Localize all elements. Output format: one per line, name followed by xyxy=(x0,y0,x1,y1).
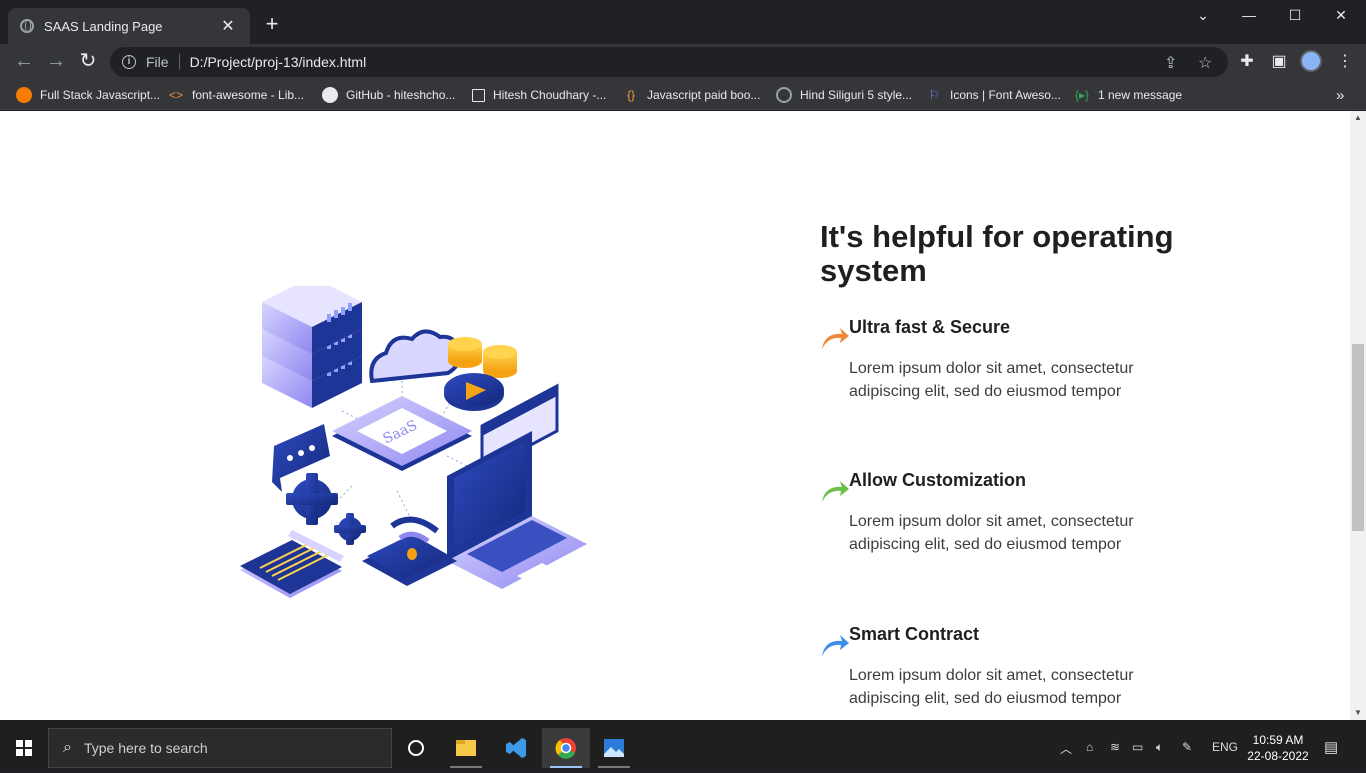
cortana-icon[interactable] xyxy=(392,728,440,768)
tab-search-icon[interactable]: ⌄ xyxy=(1180,0,1226,32)
maximize-button[interactable]: ☐ xyxy=(1272,0,1318,32)
window-border xyxy=(0,720,1366,728)
bookmark-item[interactable]: GitHub - hiteshcho... xyxy=(322,85,455,105)
scroll-down-arrow[interactable]: ▼ xyxy=(1350,706,1366,720)
clock-time: 10:59 AM xyxy=(1252,733,1304,747)
bookmark-label: 1 new message xyxy=(1098,88,1183,102)
bookmark-star-icon[interactable]: ☆ xyxy=(1198,53,1212,73)
tab-strip: SAAS Landing Page ✕ + ⌄ — ☐ ✕ xyxy=(0,0,1366,44)
clock-date: 22-08-2022 xyxy=(1247,749,1309,763)
chrome-icon[interactable] xyxy=(542,728,590,768)
section-heading: It's helpful for operating system xyxy=(820,219,1174,288)
github-icon xyxy=(322,87,338,103)
feature-title: Allow Customization xyxy=(849,470,1026,490)
vscode-icon[interactable] xyxy=(492,728,540,768)
bookmarks-bar: Full Stack Javascript... <> font-awesome… xyxy=(0,80,1366,110)
windows-taskbar: ⌕ Type here to search ︿ ⌂ ≋ ▭ 🔈︎ ✎ ENG 1… xyxy=(0,728,1366,768)
bookmark-item[interactable]: Full Stack Javascript... xyxy=(16,85,160,105)
saas-platform: SaaS xyxy=(332,396,472,471)
volume-icon[interactable]: 🔈︎ xyxy=(1156,740,1163,755)
windows-start-icon[interactable] xyxy=(0,728,48,768)
bookmark-item[interactable]: Hind Siliguri 5 style... xyxy=(776,85,912,105)
back-button[interactable]: ← xyxy=(12,50,36,74)
feature-description: Lorem ipsum dolor sit amet, consectetur … xyxy=(849,513,1134,553)
tray-chevron-icon[interactable]: ︿ xyxy=(1060,740,1072,757)
bookmark-label: Full Stack Javascript... xyxy=(40,88,161,102)
search-placeholder: Type here to search xyxy=(83,740,208,756)
square-icon xyxy=(472,88,485,102)
battery-icon[interactable]: ▭ xyxy=(1132,740,1143,754)
network-icon[interactable]: ≋ xyxy=(1110,740,1120,754)
bookmark-item[interactable]: {▸} 1 new message xyxy=(1074,85,1182,105)
notepad xyxy=(240,530,344,598)
photos-icon[interactable] xyxy=(590,728,638,768)
menu-icon[interactable]: ⋮ xyxy=(1334,51,1356,71)
bookmark-label: Hind Siliguri 5 style... xyxy=(800,88,913,102)
braces-icon: {} xyxy=(626,88,635,102)
reload-button[interactable]: ↻ xyxy=(76,50,100,74)
feature-description: Lorem ipsum dolor sit amet, consectetur … xyxy=(849,667,1134,707)
notifications-icon[interactable]: ▤ xyxy=(1324,738,1338,756)
side-panel-icon[interactable]: ▣ xyxy=(1268,51,1290,71)
tab-title: SAAS Landing Page xyxy=(44,18,163,34)
close-window-button[interactable]: ✕ xyxy=(1318,0,1364,32)
vertical-scrollbar[interactable]: ▲ ▼ xyxy=(1350,111,1366,720)
feature-title: Ultra fast & Secure xyxy=(849,317,1011,337)
bookmark-item[interactable]: ⚐ Icons | Font Aweso... xyxy=(926,85,1061,105)
globe-icon xyxy=(20,19,34,33)
bookmark-label: GitHub - hiteshcho... xyxy=(346,88,456,102)
info-icon[interactable]: i xyxy=(122,55,136,69)
file-explorer-icon[interactable] xyxy=(442,728,490,768)
extensions-icon[interactable]: ✚ xyxy=(1236,51,1258,71)
saas-illustration: SaaS xyxy=(240,286,587,598)
flag-icon: ⚐ xyxy=(928,88,940,102)
language-indicator[interactable]: ENG xyxy=(1212,740,1238,754)
code-brackets-icon: <> xyxy=(168,88,183,102)
phone xyxy=(362,516,457,586)
cloud xyxy=(369,329,461,384)
bookmark-item[interactable]: <> font-awesome - Lib... xyxy=(168,85,304,105)
browser-toolbar: ← → ↻ i File D:/Project/proj-13/index.ht… xyxy=(0,44,1366,80)
search-icon: ⌕ xyxy=(63,739,72,756)
bookmark-label: font-awesome - Lib... xyxy=(192,88,305,102)
globe-icon xyxy=(776,87,792,103)
share-icon[interactable]: ⇪ xyxy=(1164,53,1177,73)
curved-arrow-icon xyxy=(822,635,849,656)
curved-arrow-icon xyxy=(822,328,849,349)
feature-title: Smart Contract xyxy=(849,624,980,644)
coins xyxy=(448,337,517,378)
scrollbar-thumb[interactable] xyxy=(1352,344,1364,531)
taskbar-clock[interactable]: 10:59 AM 22-08-2022 xyxy=(1246,732,1310,764)
url-scheme: File xyxy=(146,54,169,70)
bookmark-label: Icons | Font Aweso... xyxy=(950,88,1061,102)
pen-icon[interactable]: ✎ xyxy=(1182,740,1192,754)
bookmark-item[interactable]: {} Javascript paid boo... xyxy=(623,85,760,105)
url-text[interactable]: D:/Project/proj-13/index.html xyxy=(190,54,367,70)
orange-circle-icon xyxy=(16,87,32,103)
close-tab-icon[interactable]: ✕ xyxy=(218,16,238,36)
browser-tab[interactable]: SAAS Landing Page ✕ xyxy=(8,8,250,44)
bookmark-label: Hitesh Choudhary -... xyxy=(493,88,607,102)
profile-avatar[interactable] xyxy=(1300,50,1322,72)
bookmark-item[interactable]: Hitesh Choudhary -... xyxy=(472,85,606,105)
divider xyxy=(178,54,180,70)
page-viewport: SaaS It's helpful for operating system U… xyxy=(0,111,1366,720)
minimize-button[interactable]: — xyxy=(1226,0,1272,32)
scroll-up-arrow[interactable]: ▲ xyxy=(1350,111,1366,125)
more-bookmarks-button[interactable]: » xyxy=(1336,85,1344,105)
server-stack xyxy=(262,286,362,408)
meet-now-icon[interactable]: ⌂ xyxy=(1086,740,1093,754)
bookmark-label: Javascript paid boo... xyxy=(647,88,761,102)
message-icon: {▸} xyxy=(1074,88,1090,102)
new-tab-button[interactable]: + xyxy=(260,12,284,36)
taskbar-search-box[interactable]: ⌕ Type here to search xyxy=(48,728,392,768)
address-bar[interactable]: i File D:/Project/proj-13/index.html ⇪ ☆ xyxy=(110,47,1228,77)
curved-arrow-icon xyxy=(822,481,849,502)
feature-description: Lorem ipsum dolor sit amet, consectetur … xyxy=(849,360,1134,400)
forward-button[interactable]: → xyxy=(44,50,68,74)
laptop xyxy=(447,431,587,589)
